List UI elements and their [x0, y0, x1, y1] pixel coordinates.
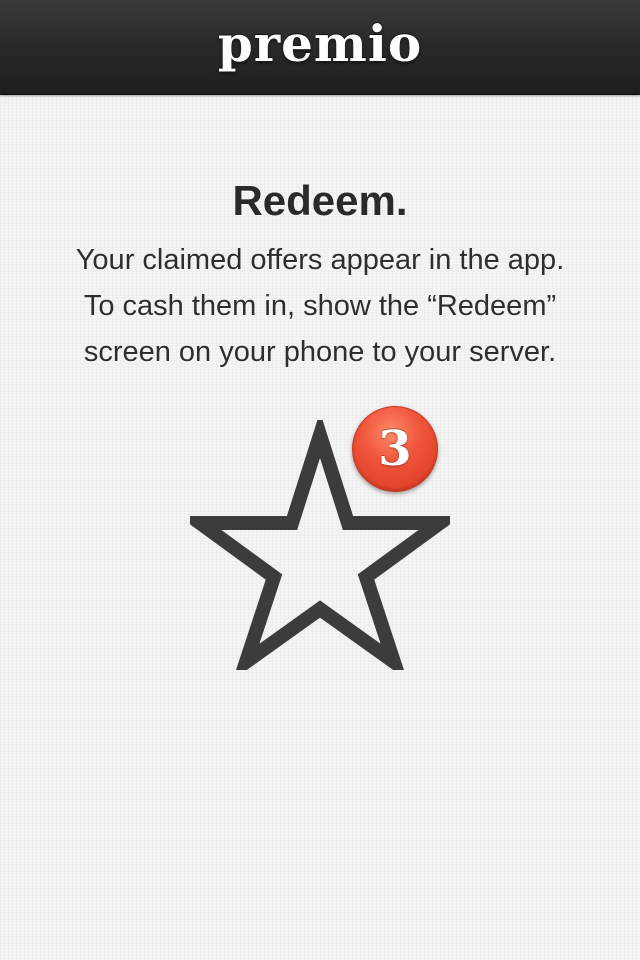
badge-count: 3	[378, 421, 412, 477]
description-line: screen on your phone to your server.	[83, 336, 557, 368]
premio-logo: premio	[217, 14, 423, 73]
description-line: Your claimed offers appear in the app.	[75, 244, 565, 276]
description-line: To cash them in, show the “Redeem”	[83, 290, 557, 322]
top-navbar: premio	[0, 0, 640, 95]
page-title: Redeem.	[232, 177, 408, 224]
description-text: Your claimed offers appear in the app. T…	[0, 237, 640, 375]
notification-badge: 3	[352, 406, 438, 492]
